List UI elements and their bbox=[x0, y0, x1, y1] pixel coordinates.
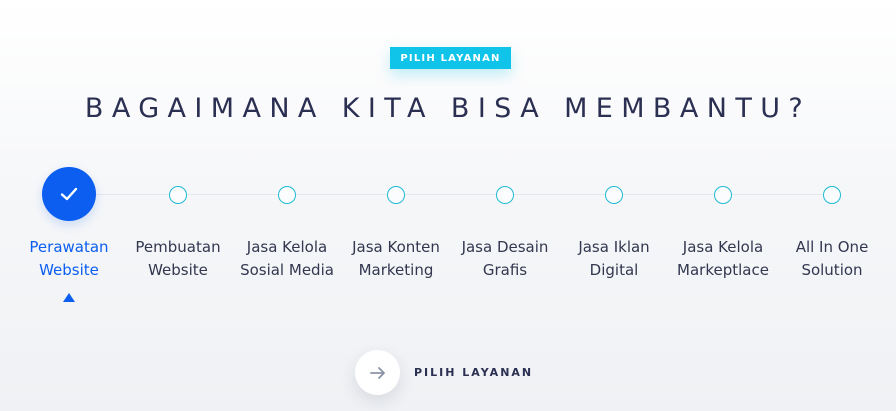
arrow-right-icon bbox=[369, 366, 385, 379]
caret-up-icon bbox=[63, 293, 75, 302]
step-label[interactable]: Jasa Iklan Digital bbox=[554, 236, 674, 282]
choose-service-button[interactable] bbox=[355, 350, 400, 395]
step-label[interactable]: Perawatan Website bbox=[9, 236, 129, 282]
step-node-active[interactable] bbox=[42, 167, 96, 221]
step-node[interactable] bbox=[496, 186, 514, 204]
step-label[interactable]: Pembuatan Website bbox=[118, 236, 238, 282]
step-label[interactable]: Jasa Kelola Markeptlace bbox=[663, 236, 783, 282]
step-node[interactable] bbox=[714, 186, 732, 204]
step-node[interactable] bbox=[169, 186, 187, 204]
step-label[interactable]: All In One Solution bbox=[772, 236, 892, 282]
step-node[interactable] bbox=[605, 186, 623, 204]
step-node[interactable] bbox=[278, 186, 296, 204]
section-title: BAGAIMANA KITA BISA MEMBANTU? bbox=[84, 93, 812, 124]
step-node[interactable] bbox=[387, 186, 405, 204]
choose-service-link[interactable]: PILIH LAYANAN bbox=[414, 366, 533, 379]
section-badge: PILIH LAYANAN bbox=[390, 47, 511, 69]
step-label[interactable]: Jasa Kelola Sosial Media bbox=[227, 236, 347, 282]
step-label[interactable]: Jasa Desain Grafis bbox=[445, 236, 565, 282]
step-label[interactable]: Jasa Konten Marketing bbox=[336, 236, 456, 282]
check-icon bbox=[60, 187, 78, 201]
step-node[interactable] bbox=[823, 186, 841, 204]
